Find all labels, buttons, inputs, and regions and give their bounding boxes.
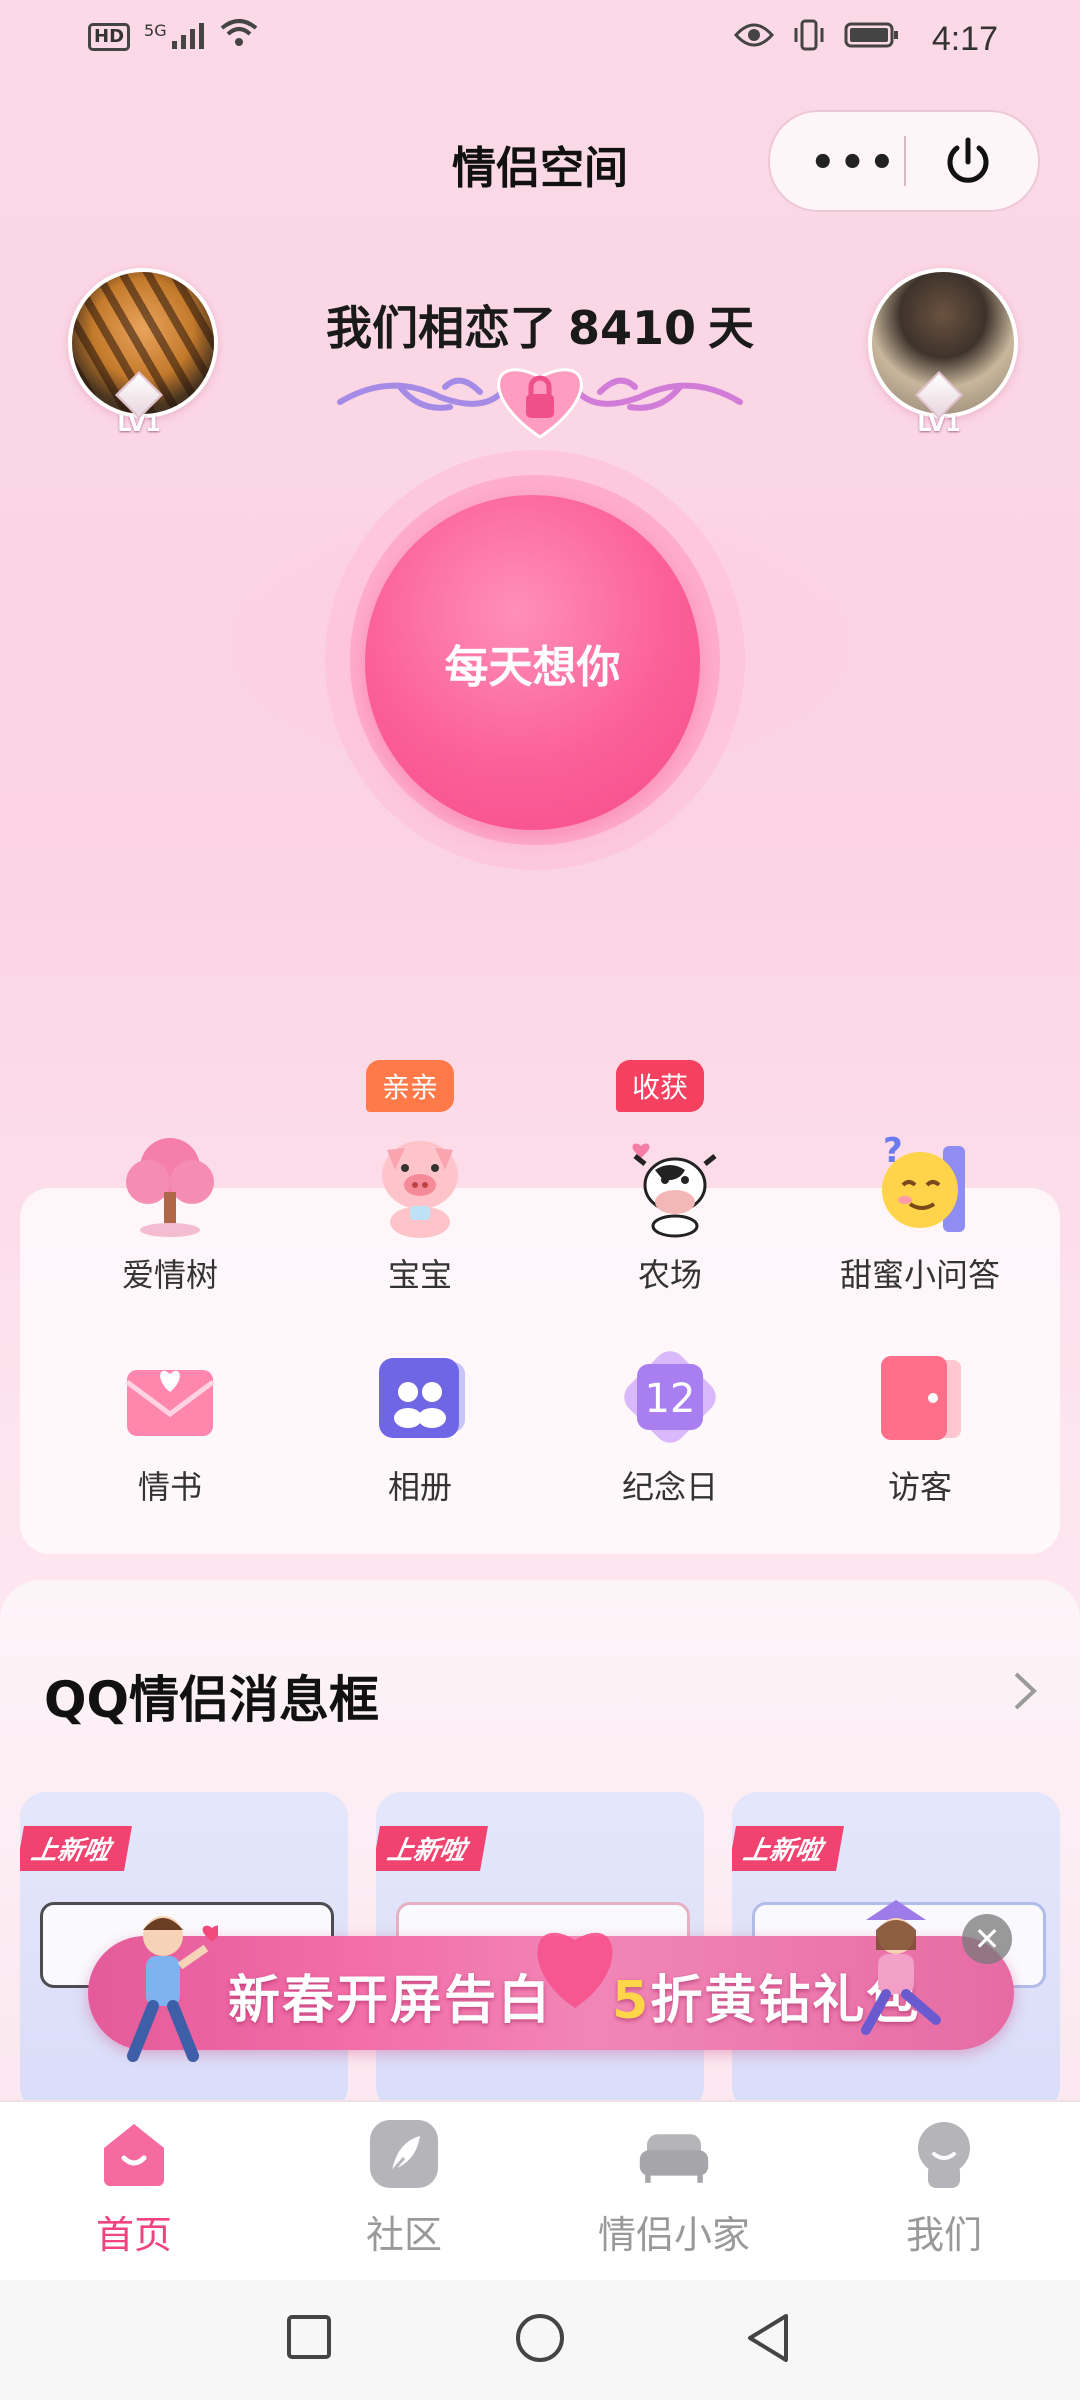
banner-heart-icon bbox=[537, 1932, 613, 2008]
vibrate-icon bbox=[792, 18, 826, 60]
community-icon bbox=[368, 2118, 440, 2190]
feature-baby[interactable]: 宝宝 bbox=[300, 1130, 540, 1296]
nav-couple-home[interactable]: 情侣小家 bbox=[564, 2118, 784, 2259]
nav-label: 首页 bbox=[95, 2213, 172, 2257]
love-letter-icon bbox=[115, 1342, 225, 1452]
feature-label: 访客 bbox=[887, 1468, 952, 1506]
eye-icon bbox=[733, 21, 775, 57]
recent-apps-icon[interactable] bbox=[286, 2314, 332, 2360]
hd-icon: HD bbox=[88, 23, 131, 51]
heart-lock-ornament bbox=[337, 368, 743, 439]
svg-text:?: ? bbox=[883, 1131, 903, 1171]
feature-label: 宝宝 bbox=[387, 1256, 452, 1294]
signal-icon: 5G bbox=[144, 21, 206, 53]
feature-label: 情书 bbox=[137, 1468, 202, 1506]
home-button-icon[interactable] bbox=[514, 2312, 566, 2364]
love-days-counter: 我们相恋了 8410 天 bbox=[0, 292, 1080, 358]
wifi-icon bbox=[220, 18, 258, 56]
new-tag: 上新啦 bbox=[376, 1826, 488, 1871]
love-days-suffix: 天 bbox=[708, 301, 755, 355]
banner-close-button[interactable]: ✕ bbox=[962, 1914, 1012, 1964]
feature-love-letter[interactable]: 情书 bbox=[50, 1342, 290, 1508]
feature-anniversary[interactable]: 12 纪念日 bbox=[550, 1342, 790, 1508]
album-icon bbox=[365, 1342, 475, 1452]
battery-icon bbox=[844, 20, 900, 58]
feature-label: 爱情树 bbox=[121, 1256, 218, 1294]
banner-text-part1: 新春开屏告白 bbox=[228, 1971, 553, 2031]
mini-program-capsule: ••• bbox=[768, 110, 1040, 212]
capsule-divider bbox=[904, 136, 906, 186]
nav-home[interactable]: 首页 bbox=[24, 2118, 244, 2259]
feature-label: 纪念日 bbox=[621, 1468, 718, 1506]
new-tag: 上新啦 bbox=[20, 1826, 132, 1871]
miss-you-button[interactable]: 每天想你 bbox=[365, 495, 700, 830]
section-title: QQ情侣消息框 bbox=[44, 1671, 380, 1729]
home-icon bbox=[98, 2118, 170, 2190]
feature-label: 农场 bbox=[637, 1256, 702, 1294]
visitor-icon bbox=[865, 1342, 975, 1452]
nav-label: 社区 bbox=[365, 2213, 442, 2257]
feature-label: 相册 bbox=[387, 1468, 452, 1506]
new-tag: 上新啦 bbox=[732, 1826, 844, 1871]
anniversary-icon: 12 bbox=[615, 1342, 725, 1452]
feature-visitor[interactable]: 访客 bbox=[800, 1342, 1040, 1508]
couple-home-icon bbox=[638, 2118, 710, 2190]
level-badge-left: LV1 bbox=[99, 370, 179, 437]
banner-girl-illustration bbox=[861, 1900, 941, 2035]
system-nav-bar bbox=[0, 2280, 1080, 2400]
nav-community[interactable]: 社区 bbox=[294, 2118, 514, 2259]
svg-text:12: 12 bbox=[645, 1376, 696, 1422]
status-time: 4:17 bbox=[931, 20, 998, 58]
chevron-right-icon[interactable] bbox=[1010, 1668, 1040, 1725]
nav-us[interactable]: 我们 bbox=[834, 2118, 1054, 2259]
feature-tag-kiss: 亲亲 bbox=[366, 1060, 455, 1112]
feature-label: 甜蜜小问答 bbox=[839, 1256, 1000, 1294]
status-right-icons bbox=[733, 18, 900, 60]
status-bar: HD 5G 4:17 bbox=[0, 0, 1080, 80]
us-icon bbox=[908, 2118, 980, 2190]
love-tree-icon bbox=[115, 1130, 225, 1240]
love-days-prefix: 我们相恋了 bbox=[325, 301, 556, 355]
status-left-icons: HD 5G bbox=[88, 18, 258, 56]
power-icon[interactable] bbox=[938, 132, 998, 196]
back-icon[interactable] bbox=[744, 2312, 792, 2364]
feature-album[interactable]: 相册 bbox=[300, 1342, 540, 1508]
level-badge-right: LV1 bbox=[899, 370, 979, 437]
sweet-quiz-icon: ? bbox=[865, 1130, 975, 1240]
feature-sweet-quiz[interactable]: ? 甜蜜小问答 bbox=[800, 1130, 1040, 1296]
baby-pig-icon bbox=[365, 1130, 475, 1240]
nav-label: 情侣小家 bbox=[597, 2213, 750, 2257]
nav-label: 我们 bbox=[905, 2213, 982, 2257]
banner-boy-illustration bbox=[127, 1916, 218, 2062]
feature-love-tree[interactable]: 爱情树 bbox=[50, 1130, 290, 1296]
farm-cow-icon bbox=[615, 1130, 725, 1240]
feature-farm[interactable]: 农场 bbox=[550, 1130, 790, 1296]
feature-tag-harvest: 收获 bbox=[616, 1060, 705, 1112]
close-icon: ✕ bbox=[973, 1920, 1001, 1958]
more-dots-icon[interactable]: ••• bbox=[810, 140, 899, 186]
love-days-number: 8410 bbox=[567, 301, 697, 355]
